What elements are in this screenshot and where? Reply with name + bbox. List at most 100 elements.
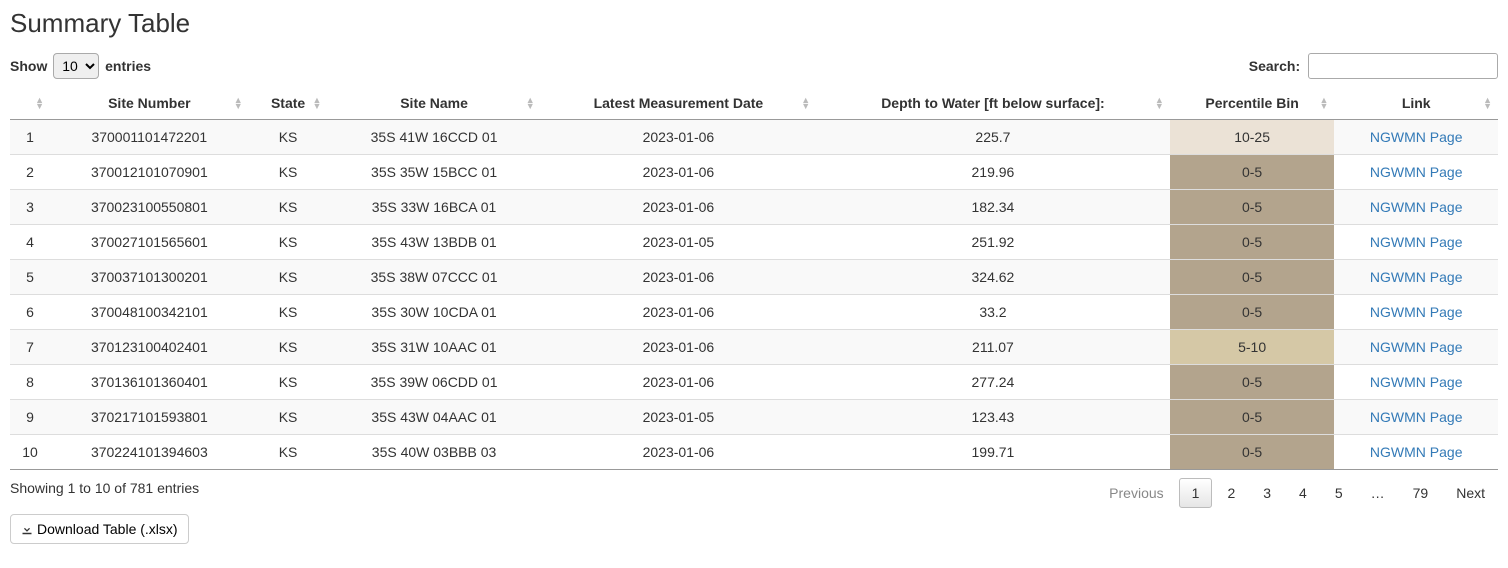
table-row: 6370048100342101KS35S 30W 10CDA 012023-0… bbox=[10, 295, 1498, 330]
table-info: Showing 1 to 10 of 781 entries bbox=[10, 478, 199, 496]
page-number[interactable]: 4 bbox=[1286, 478, 1320, 508]
cell-site-number: 370136101360401 bbox=[50, 365, 249, 400]
cell-site-number: 370048100342101 bbox=[50, 295, 249, 330]
cell-site-number: 370023100550801 bbox=[50, 190, 249, 225]
cell-state: KS bbox=[249, 330, 328, 365]
cell-state: KS bbox=[249, 295, 328, 330]
cell-link: NGWMN Page bbox=[1334, 400, 1498, 435]
cell-pbin: 0-5 bbox=[1170, 225, 1335, 260]
cell-depth: 123.43 bbox=[816, 400, 1170, 435]
download-label: Download Table (.xlsx) bbox=[37, 521, 178, 537]
cell-site-name: 35S 43W 13BDB 01 bbox=[327, 225, 540, 260]
cell-index: 6 bbox=[10, 295, 50, 330]
cell-link: NGWMN Page bbox=[1334, 330, 1498, 365]
download-button[interactable]: Download Table (.xlsx) bbox=[10, 514, 189, 544]
cell-date: 2023-01-06 bbox=[541, 295, 816, 330]
col-date[interactable]: Latest Measurement Date▲▼ bbox=[541, 87, 816, 120]
cell-depth: 251.92 bbox=[816, 225, 1170, 260]
cell-date: 2023-01-06 bbox=[541, 190, 816, 225]
cell-depth: 277.24 bbox=[816, 365, 1170, 400]
table-row: 9370217101593801KS35S 43W 04AAC 012023-0… bbox=[10, 400, 1498, 435]
sort-icon: ▲▼ bbox=[313, 97, 322, 109]
cell-date: 2023-01-06 bbox=[541, 365, 816, 400]
cell-link: NGWMN Page bbox=[1334, 435, 1498, 470]
pagination: Previous 12345 … 79 Next bbox=[1094, 478, 1498, 508]
col-index[interactable]: ▲▼ bbox=[10, 87, 50, 120]
col-site-name[interactable]: Site Name▲▼ bbox=[327, 87, 540, 120]
length-select[interactable]: 10 bbox=[53, 53, 99, 79]
cell-site-number: 370224101394603 bbox=[50, 435, 249, 470]
cell-pbin: 0-5 bbox=[1170, 365, 1335, 400]
ngwmn-link[interactable]: NGWMN Page bbox=[1370, 199, 1463, 215]
cell-link: NGWMN Page bbox=[1334, 260, 1498, 295]
cell-depth: 225.7 bbox=[816, 120, 1170, 155]
col-depth[interactable]: Depth to Water [ft below surface]:▲▼ bbox=[816, 87, 1170, 120]
cell-site-number: 370027101565601 bbox=[50, 225, 249, 260]
ngwmn-link[interactable]: NGWMN Page bbox=[1370, 339, 1463, 355]
table-row: 3370023100550801KS35S 33W 16BCA 012023-0… bbox=[10, 190, 1498, 225]
cell-site-name: 35S 40W 03BBB 03 bbox=[327, 435, 540, 470]
ngwmn-link[interactable]: NGWMN Page bbox=[1370, 269, 1463, 285]
cell-site-name: 35S 30W 10CDA 01 bbox=[327, 295, 540, 330]
cell-site-name: 35S 43W 04AAC 01 bbox=[327, 400, 540, 435]
cell-site-number: 370217101593801 bbox=[50, 400, 249, 435]
cell-index: 4 bbox=[10, 225, 50, 260]
cell-site-name: 35S 39W 06CDD 01 bbox=[327, 365, 540, 400]
col-link[interactable]: Link▲▼ bbox=[1334, 87, 1498, 120]
cell-depth: 182.34 bbox=[816, 190, 1170, 225]
page-number[interactable]: 1 bbox=[1179, 478, 1213, 508]
cell-date: 2023-01-06 bbox=[541, 330, 816, 365]
table-row: 10370224101394603KS35S 40W 03BBB 032023-… bbox=[10, 435, 1498, 470]
table-row: 7370123100402401KS35S 31W 10AAC 012023-0… bbox=[10, 330, 1498, 365]
ngwmn-link[interactable]: NGWMN Page bbox=[1370, 304, 1463, 320]
sort-icon: ▲▼ bbox=[1155, 97, 1164, 109]
cell-site-number: 370012101070901 bbox=[50, 155, 249, 190]
cell-site-number: 370037101300201 bbox=[50, 260, 249, 295]
page-next[interactable]: Next bbox=[1443, 478, 1498, 508]
search-input[interactable] bbox=[1308, 53, 1498, 79]
col-site-number[interactable]: Site Number▲▼ bbox=[50, 87, 249, 120]
cell-state: KS bbox=[249, 365, 328, 400]
sort-icon: ▲▼ bbox=[526, 97, 535, 109]
page-number[interactable]: 2 bbox=[1214, 478, 1248, 508]
ngwmn-link[interactable]: NGWMN Page bbox=[1370, 409, 1463, 425]
cell-pbin: 10-25 bbox=[1170, 120, 1335, 155]
col-state[interactable]: State▲▼ bbox=[249, 87, 328, 120]
sort-icon: ▲▼ bbox=[35, 97, 44, 109]
cell-date: 2023-01-06 bbox=[541, 260, 816, 295]
ngwmn-link[interactable]: NGWMN Page bbox=[1370, 129, 1463, 145]
sort-icon: ▲▼ bbox=[801, 97, 810, 109]
search-label: Search: bbox=[1249, 58, 1300, 74]
page-number[interactable]: 3 bbox=[1250, 478, 1284, 508]
page-last[interactable]: 79 bbox=[1400, 478, 1442, 508]
cell-link: NGWMN Page bbox=[1334, 365, 1498, 400]
sort-icon: ▲▼ bbox=[1483, 97, 1492, 109]
cell-index: 10 bbox=[10, 435, 50, 470]
cell-depth: 33.2 bbox=[816, 295, 1170, 330]
ngwmn-link[interactable]: NGWMN Page bbox=[1370, 374, 1463, 390]
summary-table: ▲▼ Site Number▲▼ State▲▼ Site Name▲▼ Lat… bbox=[10, 87, 1498, 469]
cell-link: NGWMN Page bbox=[1334, 295, 1498, 330]
sort-icon: ▲▼ bbox=[1320, 97, 1329, 109]
cell-pbin: 0-5 bbox=[1170, 190, 1335, 225]
cell-pbin: 0-5 bbox=[1170, 295, 1335, 330]
cell-state: KS bbox=[249, 190, 328, 225]
cell-index: 3 bbox=[10, 190, 50, 225]
ngwmn-link[interactable]: NGWMN Page bbox=[1370, 444, 1463, 460]
col-pbin[interactable]: Percentile Bin▲▼ bbox=[1170, 87, 1335, 120]
cell-site-name: 35S 33W 16BCA 01 bbox=[327, 190, 540, 225]
cell-index: 7 bbox=[10, 330, 50, 365]
page-ellipsis: … bbox=[1358, 478, 1398, 508]
cell-pbin: 0-5 bbox=[1170, 435, 1335, 470]
cell-date: 2023-01-05 bbox=[541, 400, 816, 435]
cell-depth: 211.07 bbox=[816, 330, 1170, 365]
ngwmn-link[interactable]: NGWMN Page bbox=[1370, 234, 1463, 250]
page-number[interactable]: 5 bbox=[1322, 478, 1356, 508]
sort-icon: ▲▼ bbox=[234, 97, 243, 109]
cell-link: NGWMN Page bbox=[1334, 155, 1498, 190]
cell-date: 2023-01-06 bbox=[541, 435, 816, 470]
page-previous[interactable]: Previous bbox=[1096, 478, 1176, 508]
ngwmn-link[interactable]: NGWMN Page bbox=[1370, 164, 1463, 180]
cell-state: KS bbox=[249, 225, 328, 260]
cell-site-name: 35S 35W 15BCC 01 bbox=[327, 155, 540, 190]
